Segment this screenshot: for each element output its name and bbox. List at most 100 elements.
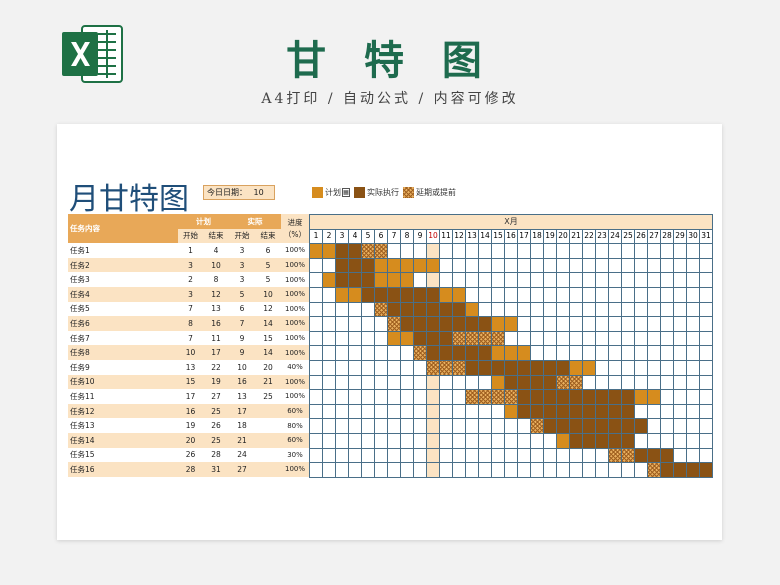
gantt-cell[interactable] [686,389,700,405]
gantt-cell[interactable] [387,432,401,449]
gantt-cell[interactable] [699,403,713,420]
progress-cell[interactable]: 100% [281,345,309,360]
gantt-cell[interactable] [621,359,635,376]
gantt-cell[interactable] [595,301,609,318]
gantt-cell[interactable] [517,447,531,464]
gantt-cell[interactable] [348,359,362,376]
gantt-cell[interactable] [660,316,674,332]
task-name[interactable]: 任务1 [68,243,178,258]
gantt-cell[interactable] [608,374,622,391]
gantt-cell[interactable] [582,272,596,288]
gantt-cell-delay[interactable] [504,389,518,405]
gantt-cell[interactable] [439,447,453,464]
gantt-cell[interactable] [686,301,700,318]
gantt-cell-delay[interactable] [374,301,388,318]
gantt-cell[interactable] [673,330,687,347]
gantt-cell[interactable] [699,359,713,376]
gantt-cell[interactable] [530,243,544,259]
gantt-cell[interactable] [452,374,466,391]
gantt-cell[interactable] [465,462,479,478]
gantt-cell[interactable] [621,374,635,391]
gantt-cell[interactable] [387,243,401,259]
gantt-cell[interactable] [478,432,492,449]
actual-end-cell[interactable]: 20 [255,359,281,375]
task-name[interactable]: 任务7 [68,330,178,346]
gantt-cell[interactable] [530,447,544,464]
gantt-cell-plan[interactable] [634,389,648,405]
gantt-cell[interactable] [543,345,557,361]
gantt-cell[interactable] [673,389,687,405]
gantt-cell[interactable] [582,243,596,259]
gantt-cell-delay[interactable] [452,359,466,376]
gantt-cell[interactable] [400,462,414,478]
gantt-cell[interactable] [322,447,336,464]
gantt-cell[interactable] [348,389,362,405]
gantt-cell[interactable] [647,374,661,391]
gantt-cell-actual[interactable] [400,286,414,303]
gantt-cell[interactable] [465,257,479,274]
gantt-cell-actual[interactable] [517,359,531,376]
gantt-cell[interactable] [361,447,375,464]
gantt-cell-actual[interactable] [595,389,609,405]
progress-cell[interactable]: 40% [281,359,309,375]
actual-end-cell[interactable]: 10 [255,286,281,302]
progress-cell[interactable]: 30% [281,447,309,463]
gantt-cell[interactable] [413,447,427,464]
gantt-cell[interactable] [569,345,583,361]
gantt-cell[interactable] [647,418,661,434]
gantt-cell[interactable] [530,330,544,347]
plan-end-cell[interactable]: 10 [203,257,229,273]
gantt-cell[interactable] [699,345,713,361]
gantt-cell[interactable] [504,243,518,259]
gantt-cell[interactable] [348,330,362,347]
gantt-cell[interactable] [309,374,323,391]
gantt-cell-actual[interactable] [608,432,622,449]
task-name[interactable]: 任务6 [68,316,178,331]
gantt-cell-actual[interactable] [361,257,375,274]
plan-start-cell[interactable]: 20 [178,432,203,448]
gantt-cell[interactable] [478,286,492,303]
gantt-cell[interactable] [686,403,700,420]
gantt-cell[interactable] [621,345,635,361]
gantt-cell-delay[interactable] [491,330,505,347]
progress-cell[interactable]: 100% [281,374,309,390]
gantt-cell[interactable] [335,359,349,376]
gantt-cell[interactable] [322,286,336,303]
gantt-cell-actual[interactable] [673,462,687,478]
actual-end-cell[interactable]: 5 [255,257,281,273]
gantt-cell-delay[interactable] [491,389,505,405]
gantt-cell[interactable] [374,316,388,332]
gantt-cell-delay[interactable] [465,389,479,405]
gantt-cell[interactable] [374,374,388,391]
gantt-cell-actual[interactable] [348,257,362,274]
gantt-cell[interactable] [517,301,531,318]
actual-start-cell[interactable]: 10 [229,359,255,375]
gantt-cell[interactable] [452,432,466,449]
gantt-cell-actual[interactable] [660,462,674,478]
gantt-cell[interactable] [322,432,336,449]
gantt-cell-plan[interactable] [452,286,466,303]
gantt-cell[interactable] [517,462,531,478]
gantt-cell[interactable] [608,257,622,274]
actual-start-cell[interactable]: 9 [229,330,255,346]
actual-start-cell[interactable]: 3 [229,257,255,273]
gantt-cell[interactable] [309,447,323,464]
gantt-cell-actual[interactable] [452,316,466,332]
gantt-cell[interactable] [543,301,557,318]
gantt-cell-actual[interactable] [569,389,583,405]
gantt-cell-actual[interactable] [530,359,544,376]
gantt-cell[interactable] [478,418,492,434]
gantt-cell-actual[interactable] [543,359,557,376]
gantt-cell[interactable] [413,403,427,420]
gantt-cell[interactable] [400,389,414,405]
gantt-cell-actual[interactable] [569,432,583,449]
gantt-cell[interactable] [322,330,336,347]
plan-start-cell[interactable]: 7 [178,330,203,346]
plan-start-cell[interactable]: 26 [178,447,203,463]
gantt-cell-actual[interactable] [517,374,531,391]
task-name[interactable]: 任务9 [68,359,178,375]
gantt-cell-actual[interactable] [387,301,401,318]
gantt-cell[interactable] [400,345,414,361]
gantt-cell[interactable] [309,257,323,274]
gantt-cell[interactable] [491,432,505,449]
